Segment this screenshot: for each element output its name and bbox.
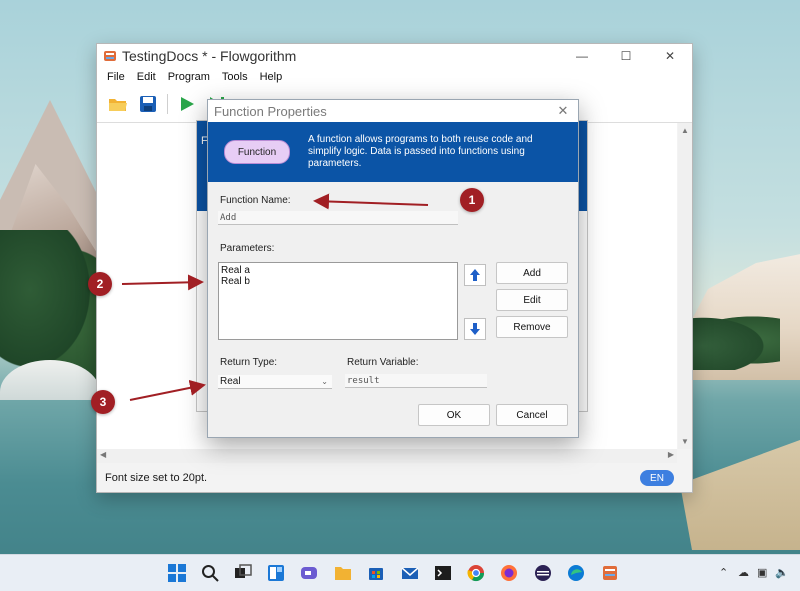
terminal-icon[interactable] — [433, 563, 453, 583]
taskbar: ⌃ ☁ ▣ 🔈 — [0, 554, 800, 591]
edge-icon[interactable] — [566, 563, 586, 583]
wallpaper-grass — [680, 440, 800, 550]
save-icon[interactable] — [137, 93, 159, 115]
volume-icon[interactable]: 🔈 — [775, 566, 789, 579]
menu-edit[interactable]: Edit — [131, 71, 162, 83]
scroll-up-icon[interactable]: ▲ — [681, 126, 689, 135]
chevron-down-icon: ⌄ — [321, 377, 328, 386]
dialog-banner: Function A function allows programs to b… — [208, 122, 578, 182]
vertical-scrollbar[interactable]: ▲ ▼ — [678, 123, 692, 449]
wallpaper-trees — [0, 230, 100, 380]
chrome-icon[interactable] — [466, 563, 486, 583]
parameter-item[interactable]: Real b — [221, 276, 455, 287]
arrow-down-icon — [470, 323, 480, 335]
scroll-right-icon[interactable]: ▶ — [668, 450, 674, 459]
open-folder-icon[interactable] — [107, 93, 129, 115]
annotation-marker-2: 2 — [88, 272, 112, 296]
flowgorithm-taskbar-icon[interactable] — [600, 563, 620, 583]
edit-parameter-button[interactable]: Edit — [496, 289, 568, 311]
menu-file[interactable]: File — [101, 71, 131, 83]
dialog-title: Function Properties — [214, 103, 327, 119]
function-name-label: Function Name: — [220, 195, 291, 206]
dialog-body: Function Name: Parameters: Real a Real b… — [208, 182, 578, 435]
tray-chevron-icon[interactable]: ⌃ — [719, 566, 728, 579]
menu-help[interactable]: Help — [254, 71, 289, 83]
dialog-title-bar: Function Properties ✕ — [208, 100, 578, 122]
minimize-button[interactable]: — — [560, 44, 604, 68]
arrow-up-icon — [470, 269, 480, 281]
file-explorer-icon[interactable] — [333, 563, 353, 583]
window-title: TestingDocs * - Flowgorithm — [122, 48, 297, 64]
scroll-down-icon[interactable]: ▼ — [681, 437, 689, 446]
monitor-icon[interactable]: ▣ — [757, 566, 767, 579]
move-down-button[interactable] — [464, 318, 486, 340]
annotation-marker-1: 1 — [460, 188, 484, 212]
function-badge: Function — [224, 140, 290, 164]
dialog-close-icon[interactable]: ✕ — [548, 103, 578, 119]
chat-icon[interactable] — [299, 563, 319, 583]
store-icon[interactable] — [366, 563, 386, 583]
menu-bar: File Edit Program Tools Help — [97, 68, 692, 86]
title-bar: TestingDocs * - Flowgorithm — ☐ ✕ — [97, 44, 692, 68]
task-view-icon[interactable] — [233, 563, 253, 583]
widgets-icon[interactable] — [266, 563, 286, 583]
add-parameter-button[interactable]: Add — [496, 262, 568, 284]
cancel-button[interactable]: Cancel — [496, 404, 568, 426]
scroll-left-icon[interactable]: ◀ — [100, 450, 106, 459]
language-badge[interactable]: EN — [640, 470, 674, 486]
search-icon[interactable] — [200, 563, 220, 583]
remove-parameter-button[interactable]: Remove — [496, 316, 568, 338]
toolbar-separator — [167, 94, 168, 114]
parameters-label: Parameters: — [220, 243, 275, 254]
status-bar: Font size set to 20pt. EN — [97, 464, 692, 492]
firefox-icon[interactable] — [499, 563, 519, 583]
flowgorithm-app-icon — [103, 49, 117, 63]
return-type-value: Real — [220, 376, 241, 387]
function-name-input[interactable] — [218, 211, 458, 225]
parameters-list[interactable]: Real a Real b — [218, 262, 458, 340]
menu-program[interactable]: Program — [162, 71, 216, 83]
function-description: A function allows programs to both reuse… — [308, 134, 533, 169]
ok-button[interactable]: OK — [418, 404, 490, 426]
mail-icon[interactable] — [400, 563, 420, 583]
eclipse-icon[interactable] — [533, 563, 553, 583]
return-variable-label: Return Variable: — [347, 357, 419, 368]
annotation-marker-3: 3 — [91, 390, 115, 414]
parameter-item[interactable]: Real a — [221, 265, 455, 276]
status-text: Font size set to 20pt. — [105, 472, 208, 484]
close-button[interactable]: ✕ — [648, 44, 692, 68]
return-type-select[interactable]: Real ⌄ — [218, 375, 332, 389]
function-properties-dialog: Function Properties ✕ Function A functio… — [207, 99, 579, 438]
return-type-label: Return Type: — [220, 357, 278, 368]
move-up-button[interactable] — [464, 264, 486, 286]
return-variable-input[interactable] — [345, 374, 487, 388]
run-icon[interactable] — [176, 93, 198, 115]
cloud-icon[interactable]: ☁ — [738, 566, 749, 579]
start-icon[interactable] — [167, 563, 187, 583]
horizontal-scrollbar[interactable]: ◀ ▶ — [97, 449, 677, 463]
menu-tools[interactable]: Tools — [216, 71, 254, 83]
maximize-button[interactable]: ☐ — [604, 44, 648, 68]
